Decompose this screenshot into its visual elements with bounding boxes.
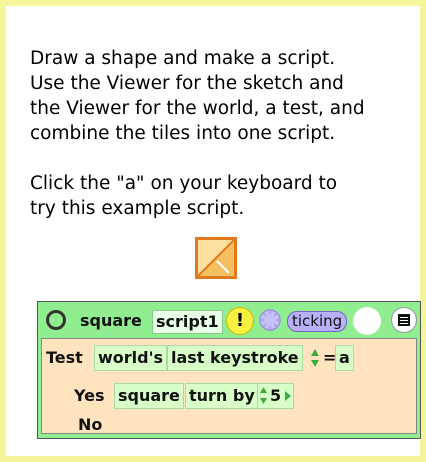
no-label: No [78,415,103,434]
menu-icon [398,314,410,326]
script-editor[interactable]: square script1 ! ticking Test world's la… [37,301,421,439]
instruction-line: Draw a shape and make a script. [30,48,336,69]
turn-amount-tile[interactable]: 5 [257,383,295,409]
up-down-arrows-icon[interactable] [259,386,268,405]
right-arrow-icon[interactable] [284,391,292,401]
clock-icon[interactable] [258,308,282,332]
blank-circle-button[interactable] [353,307,381,335]
script-header: square script1 ! ticking [38,302,420,338]
collapse-circle-icon[interactable] [46,310,66,330]
instruction-line: the Viewer for the world, a test, and [30,98,365,119]
script-object-name: square [80,311,142,330]
instruction-line: Click the "a" on your keyboard to [30,173,338,194]
run-once-button[interactable]: ! [226,307,254,335]
ticking-status-button[interactable]: ticking [287,311,348,332]
test-panel: Test world's last keystroke = a Yes squa… [41,338,417,434]
instructions-text: Draw a shape and make a script. Use the … [30,46,410,221]
test-label: Test [46,348,83,367]
script-name-tile[interactable]: script1 [152,310,223,334]
turn-amount-value: 5 [270,386,282,405]
instruction-line: combine the tiles into one script. [30,123,336,144]
menu-button[interactable] [391,307,417,333]
instruction-line: try this example script. [30,198,245,219]
sketch-square-icon[interactable] [195,237,237,279]
last-keystroke-tile[interactable]: last keystroke [167,345,303,371]
yes-object-tile[interactable]: square [114,383,184,409]
world-tile[interactable]: world's [94,345,168,371]
key-value-tile[interactable]: a [335,345,354,371]
instruction-line: Use the Viewer for the sketch and [30,73,344,94]
yes-label: Yes [74,386,105,405]
turn-by-tile[interactable]: turn by [185,383,259,409]
